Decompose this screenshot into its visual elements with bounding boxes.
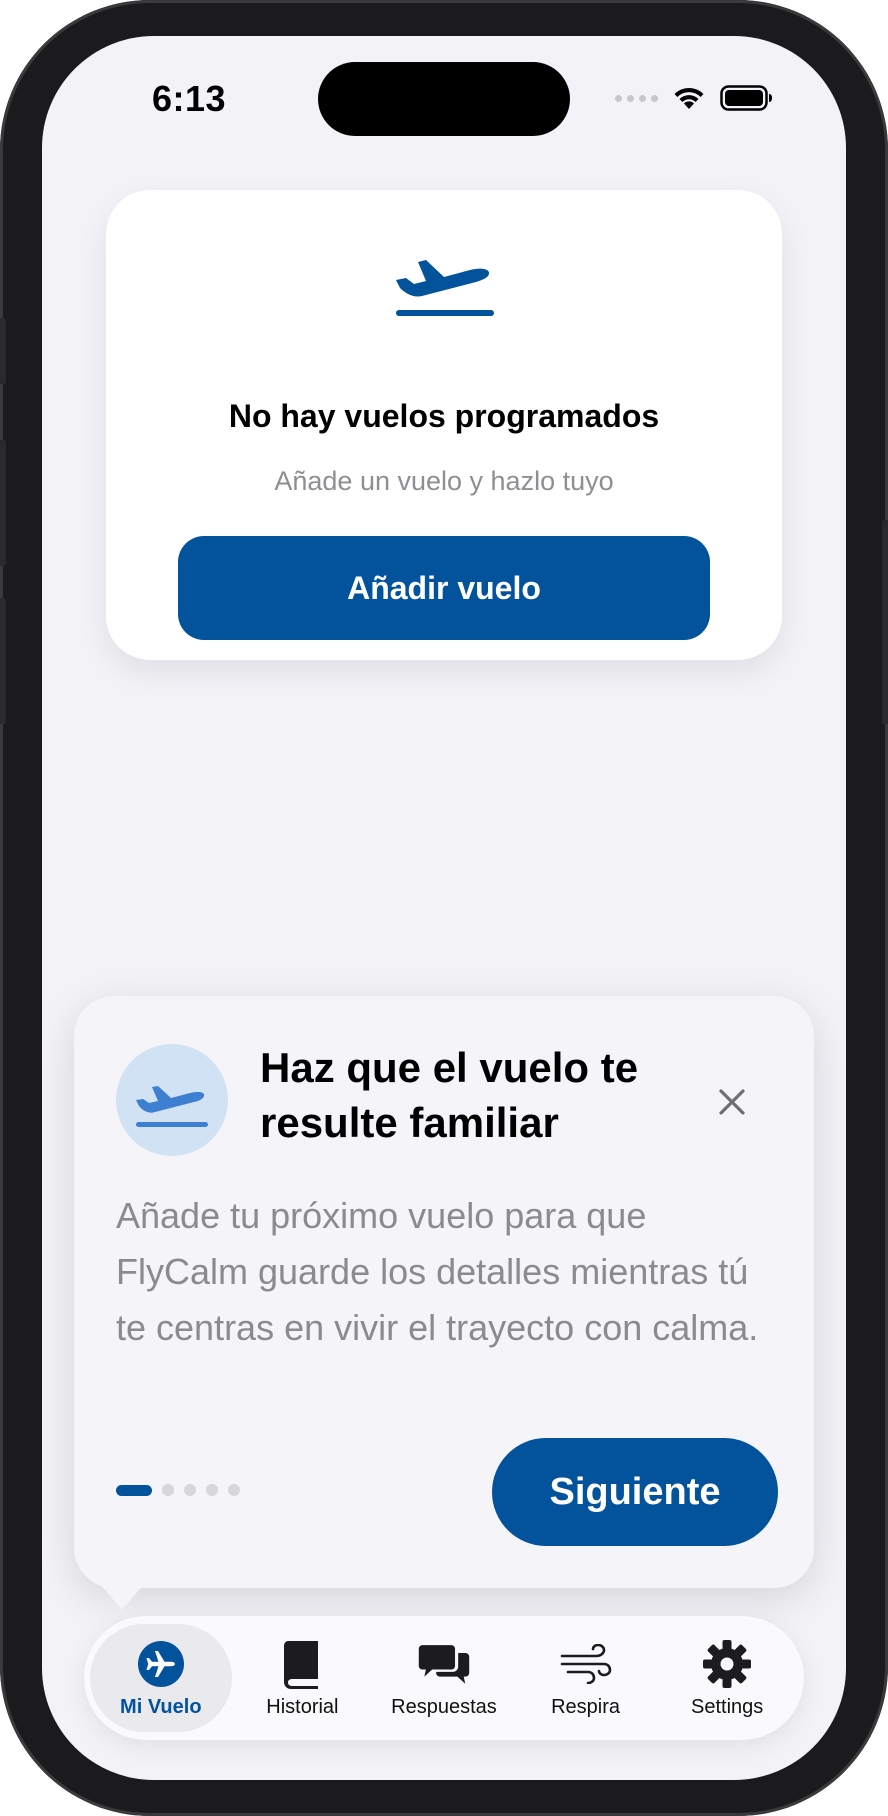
screen: 6:13 No hay vuelos programados Añade un … (42, 36, 846, 1780)
volume-down-button (0, 598, 6, 724)
tab-respira[interactable]: Respira (515, 1624, 657, 1732)
tab-label: Respuestas (391, 1695, 497, 1718)
tab-label: Mi Vuelo (120, 1695, 202, 1718)
phone-frame: 6:13 No hay vuelos programados Añade un … (0, 0, 888, 1816)
page-indicator (116, 1484, 240, 1496)
page-dot (228, 1484, 240, 1496)
status-time: 6:13 (152, 78, 227, 119)
tip-icon-badge (116, 1044, 228, 1156)
chat-bubbles-icon (418, 1638, 470, 1690)
add-flight-button[interactable]: Añadir vuelo (178, 536, 710, 640)
onboarding-tip-card: Haz que el vuelo te resulte familiar Aña… (74, 996, 814, 1588)
page-dot (206, 1484, 218, 1496)
tab-mi-vuelo[interactable]: Mi Vuelo (90, 1624, 232, 1732)
wind-icon (560, 1638, 612, 1690)
airplane-departure-icon (396, 260, 494, 316)
tab-settings[interactable]: Settings (656, 1624, 798, 1732)
tab-bar: Mi Vuelo Historial Respuestas Respira Se… (84, 1616, 804, 1740)
signal-dots-icon (615, 94, 658, 102)
tab-label: Respira (551, 1695, 621, 1718)
tab-label: Historial (266, 1695, 339, 1718)
tab-respuestas[interactable]: Respuestas (373, 1624, 515, 1732)
gear-icon (701, 1638, 753, 1690)
status-indicators (615, 84, 774, 112)
book-icon (276, 1638, 328, 1690)
no-flights-card: No hay vuelos programados Añade un vuelo… (106, 190, 782, 660)
airplane-circle-icon (135, 1638, 187, 1690)
wifi-icon (674, 87, 704, 109)
dynamic-island (318, 62, 570, 136)
tip-title: Haz que el vuelo te resulte familiar (260, 1044, 639, 1146)
power-button (882, 520, 888, 724)
page-dot (184, 1484, 196, 1496)
volume-up-button (0, 440, 6, 566)
page-dot (162, 1484, 174, 1496)
battery-icon (720, 85, 772, 111)
empty-subtitle: Añade un vuelo y hazlo tuyo (274, 466, 614, 496)
next-button[interactable]: Siguiente (492, 1438, 778, 1546)
close-icon[interactable] (710, 1080, 754, 1124)
page-dot-active (116, 1484, 152, 1496)
empty-title: No hay vuelos programados (228, 398, 660, 434)
tab-label: Settings (691, 1695, 764, 1718)
tab-historial[interactable]: Historial (232, 1624, 374, 1732)
airplane-departure-icon (136, 1086, 208, 1127)
tip-body: Añade tu próximo vuelo para que FlyCalm … (116, 1195, 759, 1348)
tip-pointer (100, 1584, 144, 1610)
silent-switch (0, 318, 6, 384)
